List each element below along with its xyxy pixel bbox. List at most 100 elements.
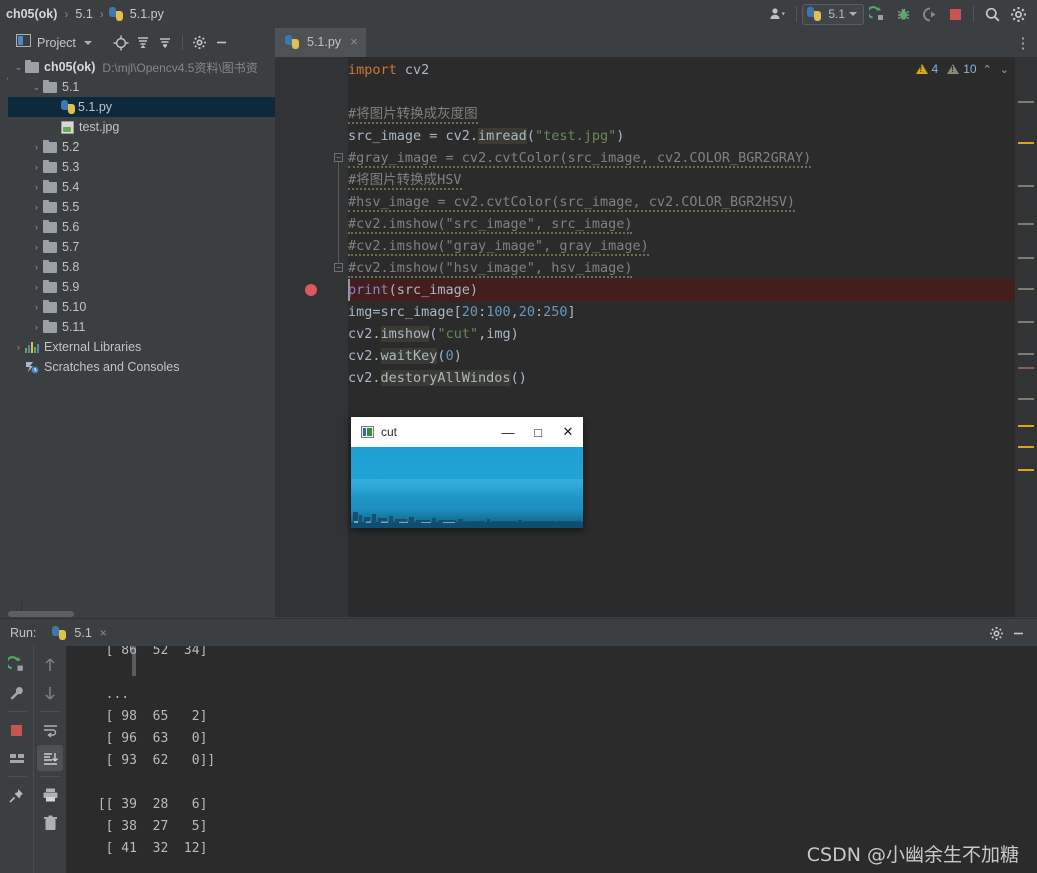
- layout-icon[interactable]: [4, 745, 30, 771]
- trash-icon[interactable]: [37, 810, 63, 836]
- chevron-down-icon[interactable]: ⌄: [30, 82, 43, 93]
- tree-item-5.9[interactable]: › 5.9: [8, 277, 275, 297]
- tree-item-5.6[interactable]: › 5.6: [8, 217, 275, 237]
- tree-item-5.8[interactable]: › 5.8: [8, 257, 275, 277]
- run-tab-5.1[interactable]: 5.1 ×: [52, 626, 107, 640]
- fold-marker[interactable]: −: [334, 153, 343, 162]
- editor-fold-column[interactable]: − −: [332, 57, 348, 617]
- chevron-right-icon[interactable]: ›: [30, 202, 43, 212]
- code-editor[interactable]: −− 12345678910111213141516 import cv2#将图…: [275, 57, 1037, 617]
- pin-icon[interactable]: [4, 782, 30, 808]
- minimize-icon[interactable]: —: [493, 417, 523, 447]
- debug-button[interactable]: [890, 1, 916, 27]
- tree-item-5.1.py[interactable]: 5.1.py: [8, 97, 275, 117]
- breadcrumb-project[interactable]: ch05(ok): [4, 7, 59, 21]
- gutter-marker[interactable]: [1018, 367, 1034, 369]
- gear-icon[interactable]: [985, 622, 1007, 644]
- project-tree-hscrollbar[interactable]: [8, 609, 275, 618]
- tree-item-5.2[interactable]: › 5.2: [8, 137, 275, 157]
- collapse-all-icon[interactable]: [154, 32, 176, 54]
- chevron-right-icon[interactable]: ›: [30, 322, 43, 332]
- gutter-marker[interactable]: [1018, 185, 1034, 187]
- breakpoint-marker[interactable]: [305, 284, 317, 296]
- rerun-icon[interactable]: [4, 652, 30, 678]
- tree-item-5.10[interactable]: › 5.10: [8, 297, 275, 317]
- close-icon[interactable]: ×: [100, 626, 107, 640]
- tree-item-5.7[interactable]: › 5.7: [8, 237, 275, 257]
- tree-item-5.1[interactable]: ⌄ 5.1: [8, 77, 275, 97]
- tree-item-5.11[interactable]: › 5.11: [8, 317, 275, 337]
- chevron-right-icon[interactable]: ›: [30, 222, 43, 232]
- maximize-icon[interactable]: □: [523, 417, 553, 447]
- cv2-image-window[interactable]: cut — □ ✕: [351, 417, 583, 528]
- search-button[interactable]: [979, 1, 1005, 27]
- editor-code-area[interactable]: import cv2 #将图片转换成灰度图 src_image = cv2.imre…: [348, 57, 1015, 617]
- breadcrumb-file[interactable]: 5.1.py: [128, 7, 166, 21]
- chevron-right-icon[interactable]: ›: [30, 182, 43, 192]
- gutter-marker[interactable]: [1018, 257, 1034, 259]
- chevron-right-icon[interactable]: ›: [30, 162, 43, 172]
- editor-options-icon[interactable]: ⋮: [1009, 28, 1037, 57]
- tree-item-5.3[interactable]: › 5.3: [8, 157, 275, 177]
- tree-item-5.5[interactable]: › 5.5: [8, 197, 275, 217]
- user-icon[interactable]: [765, 1, 791, 27]
- next-problem-icon[interactable]: ⌄: [998, 63, 1011, 76]
- chevron-down-icon[interactable]: ⌄: [12, 62, 25, 73]
- gutter-marker[interactable]: [1018, 398, 1034, 400]
- prev-problem-icon[interactable]: ⌃: [981, 63, 994, 76]
- up-arrow-icon[interactable]: [37, 652, 63, 678]
- run-button[interactable]: [864, 1, 890, 27]
- soft-wrap-icon[interactable]: [37, 717, 63, 743]
- gutter-marker[interactable]: [1018, 446, 1034, 448]
- console-output[interactable]: [ 86 52 34] ... [ 98 65 2] [ 96 63 0] [ …: [66, 646, 1037, 873]
- chevron-right-icon[interactable]: ›: [30, 282, 43, 292]
- gutter-marker[interactable]: [1018, 469, 1034, 471]
- breadcrumb-folder[interactable]: 5.1: [73, 7, 94, 21]
- chevron-right-icon[interactable]: ›: [12, 342, 25, 352]
- chevron-right-icon[interactable]: ›: [30, 142, 43, 152]
- settings-button[interactable]: [1005, 1, 1031, 27]
- stop-icon[interactable]: [4, 717, 30, 743]
- gutter-marker[interactable]: [1018, 425, 1034, 427]
- inspection-status[interactable]: 4 10 ⌃ ⌄: [915, 62, 1011, 76]
- scrollbar-thumb[interactable]: [8, 611, 74, 617]
- code-token: print: [348, 282, 389, 298]
- gutter-marker[interactable]: [1018, 101, 1034, 103]
- gutter-marker[interactable]: [1018, 142, 1034, 144]
- chevron-right-icon[interactable]: ›: [30, 302, 43, 312]
- gear-icon[interactable]: [189, 32, 211, 54]
- tree-item-test.jpg[interactable]: test.jpg: [8, 117, 275, 137]
- hide-icon[interactable]: [211, 32, 233, 54]
- fold-marker[interactable]: −: [334, 263, 343, 272]
- project-tree[interactable]: ⌄ ch05(ok) D:\mjl\Opencv4.5资料\图书资 ⌄ 5.1 5.1.p…: [8, 57, 275, 600]
- editor-gutter[interactable]: [275, 57, 332, 617]
- locate-icon[interactable]: [110, 32, 132, 54]
- gutter-marker[interactable]: [1018, 353, 1034, 355]
- stop-button[interactable]: [942, 1, 968, 27]
- gutter-marker[interactable]: [1018, 321, 1034, 323]
- coverage-button[interactable]: [916, 1, 942, 27]
- gutter-marker[interactable]: [1018, 223, 1034, 225]
- close-icon[interactable]: ×: [350, 34, 358, 49]
- cv2-window-title: cut: [381, 425, 398, 439]
- scroll-to-end-icon[interactable]: [37, 745, 63, 771]
- cv2-window-titlebar[interactable]: cut — □ ✕: [351, 417, 583, 447]
- close-icon[interactable]: ✕: [553, 417, 583, 447]
- chevron-right-icon[interactable]: ›: [30, 242, 43, 252]
- run-configuration-selector[interactable]: 5.1: [802, 3, 864, 25]
- tree-item-scratches-and-consoles[interactable]: Scratches and Consoles: [8, 357, 275, 377]
- expand-all-icon[interactable]: [132, 32, 154, 54]
- down-arrow-icon[interactable]: [37, 680, 63, 706]
- tree-item-label: 5.1: [62, 80, 80, 94]
- editor-marker-gutter[interactable]: [1015, 57, 1037, 617]
- tree-item-external-libraries[interactable]: › External Libraries: [8, 337, 275, 357]
- hide-icon[interactable]: [1007, 622, 1029, 644]
- tree-item-5.4[interactable]: › 5.4: [8, 177, 275, 197]
- chevron-down-icon[interactable]: [83, 40, 92, 45]
- chevron-right-icon[interactable]: ›: [30, 262, 43, 272]
- print-icon[interactable]: [37, 782, 63, 808]
- tree-item-ch05(ok)[interactable]: ⌄ ch05(ok) D:\mjl\Opencv4.5资料\图书资: [8, 57, 275, 77]
- gutter-marker[interactable]: [1018, 288, 1034, 290]
- wrench-icon[interactable]: [4, 680, 30, 706]
- editor-tab-5.1.py[interactable]: 5.1.py ×: [275, 28, 366, 57]
